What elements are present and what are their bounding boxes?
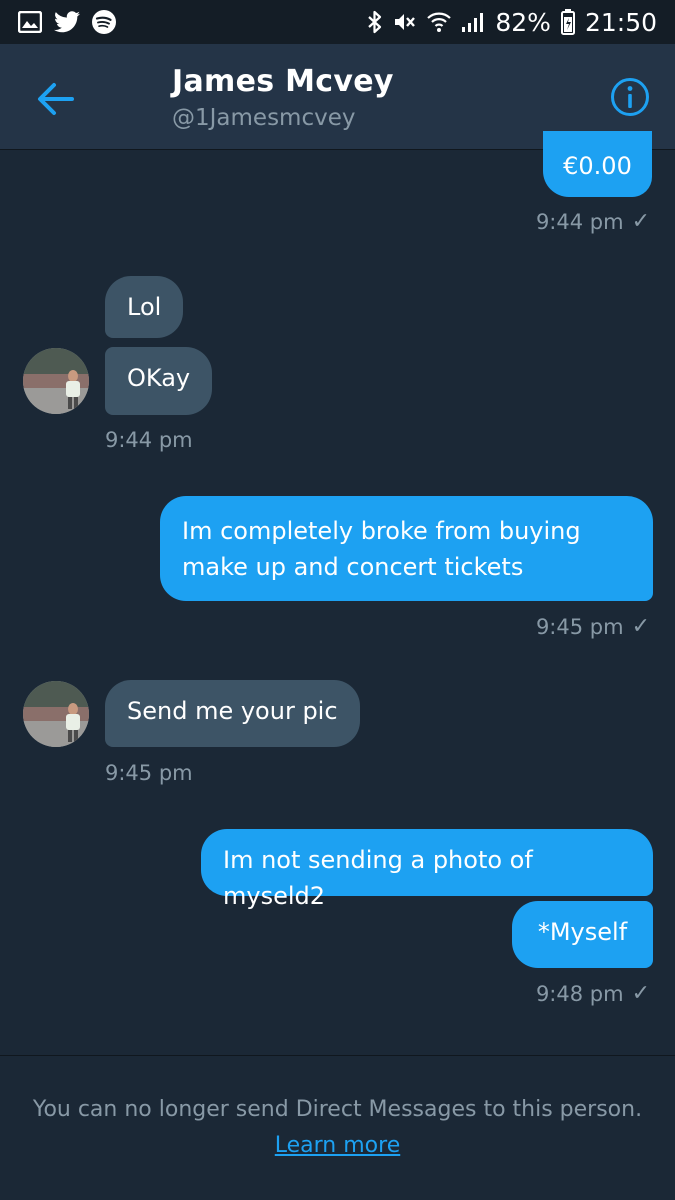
dm-disabled-notice: You can no longer send Direct Messages t… xyxy=(32,1097,643,1122)
battery-percent: 82% xyxy=(495,7,551,37)
message-text: Lol xyxy=(127,293,162,321)
image-icon xyxy=(18,11,42,33)
message-timestamp: 9:48 pm ✓ xyxy=(536,981,650,1006)
timestamp-text: 9:44 pm xyxy=(535,209,624,234)
contact-avatar[interactable] xyxy=(23,348,89,414)
learn-more-link[interactable]: Learn more xyxy=(0,1133,675,1158)
avatar-photo xyxy=(23,681,89,747)
clock: 21:50 xyxy=(584,7,657,37)
contact-handle: @1Jamesmcvey xyxy=(172,105,356,131)
message-timestamp: 9:45 pm xyxy=(105,761,193,785)
footer-divider xyxy=(0,1055,675,1056)
sent-check-icon: ✓ xyxy=(631,614,650,639)
dm-screen: 82% 21:50 James Mcvey @1Jamesmcvey €0.00… xyxy=(0,0,675,1200)
status-bar: 82% 21:50 xyxy=(0,0,675,44)
message-text: Im completely broke from buying make up … xyxy=(182,517,581,581)
avatar-photo xyxy=(23,348,89,414)
message-text: OKay xyxy=(127,364,191,392)
message-text: €0.00 xyxy=(563,152,632,180)
timestamp-text: 9:45 pm xyxy=(535,614,624,639)
twitter-icon xyxy=(54,11,80,33)
signal-icon xyxy=(461,11,485,33)
message-text: *Myself xyxy=(537,918,628,946)
arrow-left-icon xyxy=(38,83,74,115)
incoming-message[interactable]: Send me your pic xyxy=(105,680,360,747)
status-bar-right: 82% 21:50 xyxy=(367,8,657,37)
timestamp-text: 9:48 pm xyxy=(535,981,624,1006)
bluetooth-icon xyxy=(367,10,383,34)
message-text: Send me your pic xyxy=(127,697,338,725)
outgoing-message[interactable]: *Myself xyxy=(512,901,653,968)
timestamp-text: 9:44 pm xyxy=(105,428,193,452)
battery-icon xyxy=(560,9,575,35)
outgoing-message[interactable]: €0.00 xyxy=(543,131,652,197)
outgoing-message[interactable]: Im not sending a photo of myseld2 xyxy=(201,829,653,910)
timestamp-text: 9:45 pm xyxy=(105,761,193,785)
message-timestamp: 9:44 pm xyxy=(105,428,193,452)
status-bar-left xyxy=(18,10,116,34)
sent-check-icon: ✓ xyxy=(631,209,650,234)
message-timestamp: 9:45 pm ✓ xyxy=(536,614,650,639)
info-icon xyxy=(611,78,649,116)
info-button[interactable] xyxy=(609,76,651,118)
sent-check-icon: ✓ xyxy=(631,981,650,1006)
message-text: Im not sending a photo of myseld2 xyxy=(223,846,533,910)
contact-name: James Mcvey xyxy=(172,64,394,99)
spotify-icon xyxy=(92,10,116,34)
incoming-message[interactable]: OKay xyxy=(105,347,213,415)
mute-icon xyxy=(393,10,417,34)
outgoing-message[interactable]: Im completely broke from buying make up … xyxy=(160,496,653,601)
back-button[interactable] xyxy=(30,74,80,124)
wifi-icon xyxy=(427,11,452,33)
conversation-title-block[interactable]: James Mcvey @1Jamesmcvey xyxy=(172,64,394,131)
message-timestamp: 9:44 pm ✓ xyxy=(536,209,650,234)
incoming-message[interactable]: Lol xyxy=(105,276,184,338)
contact-avatar[interactable] xyxy=(23,681,89,747)
